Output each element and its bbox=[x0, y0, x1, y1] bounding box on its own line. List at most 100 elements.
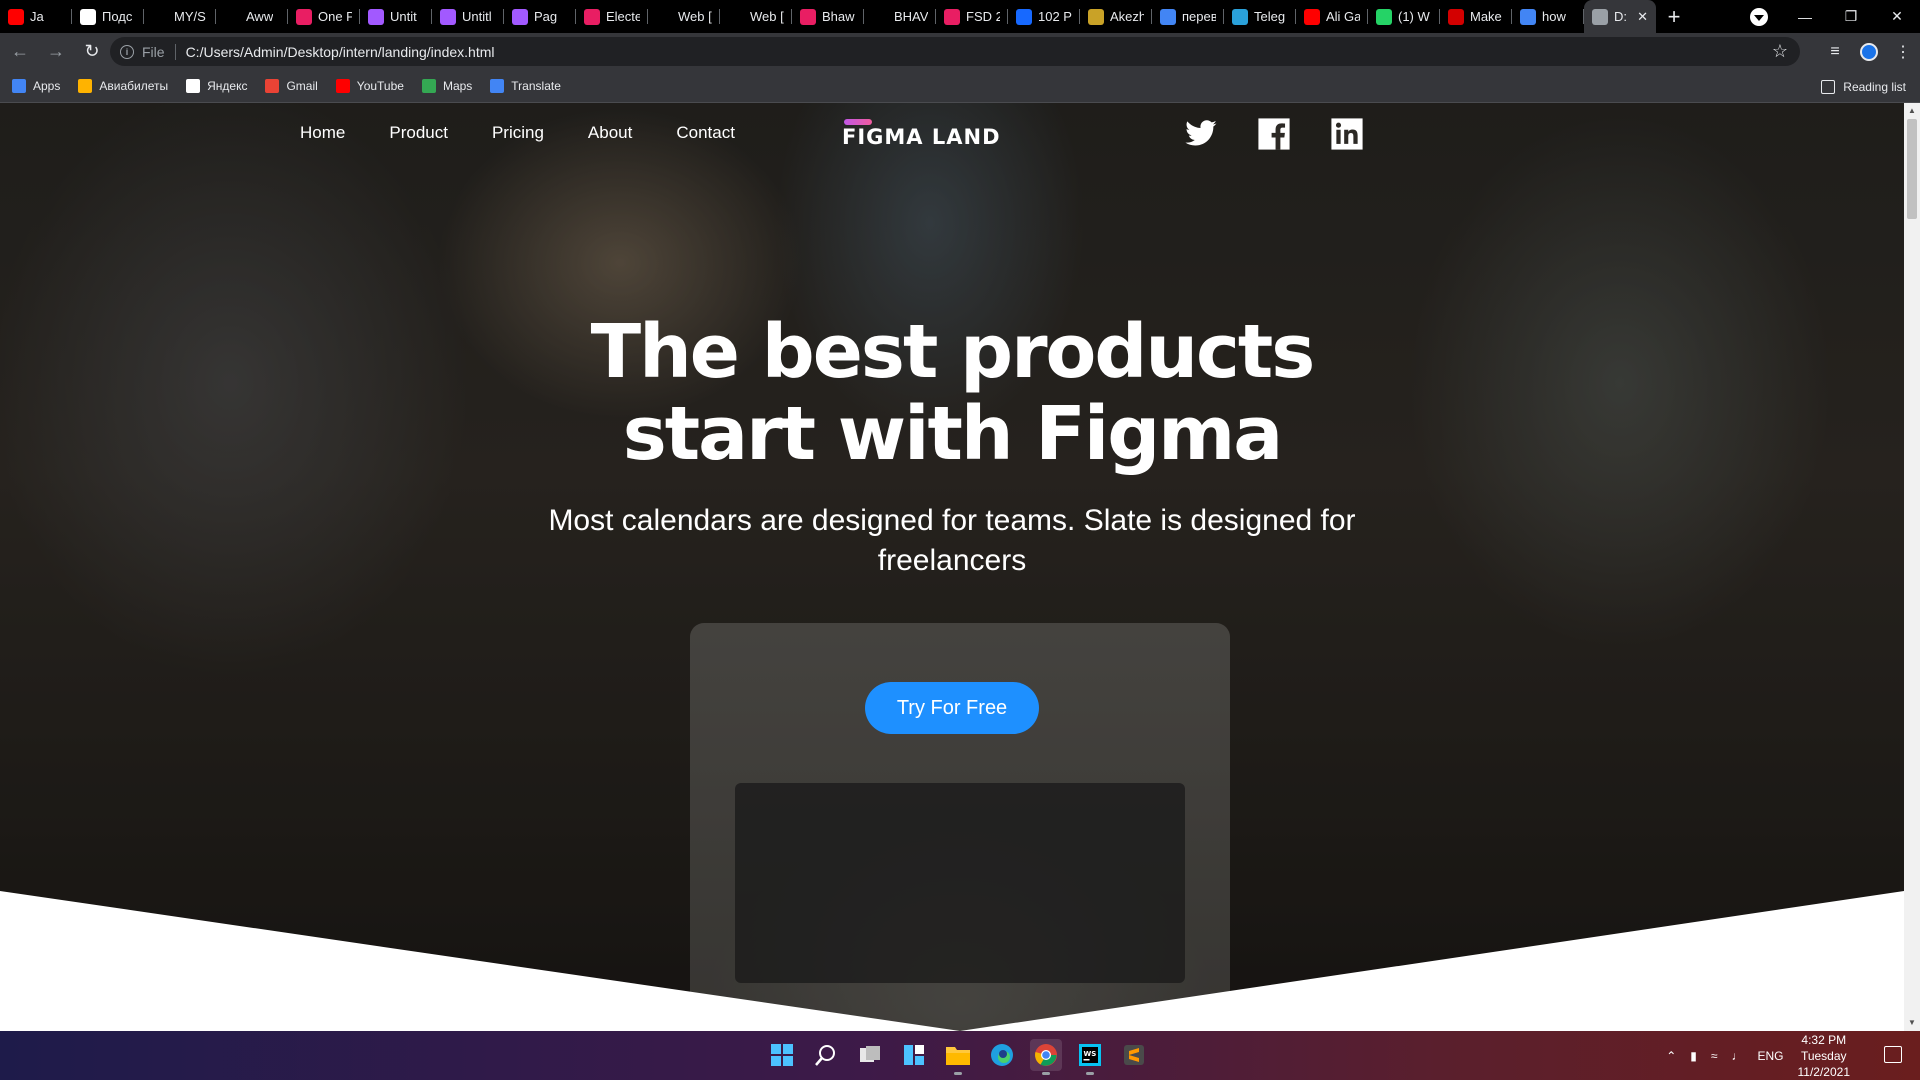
info-icon[interactable]: i bbox=[120, 44, 134, 59]
back-icon[interactable]: ← bbox=[4, 36, 36, 68]
tab-favicon-icon bbox=[152, 8, 168, 25]
notification-icon[interactable] bbox=[1884, 1046, 1902, 1063]
browser-tab[interactable]: Aww bbox=[216, 0, 288, 33]
close-window-icon[interactable]: ✕ bbox=[1874, 8, 1920, 25]
tab-title: BHAV bbox=[894, 9, 928, 24]
start-icon[interactable] bbox=[766, 1039, 798, 1071]
browser-tab[interactable]: BHAV bbox=[864, 0, 936, 33]
page-viewport: Home Product Pricing About Contact FIGMA LAN… bbox=[0, 103, 1904, 1031]
hero-section: Home Product Pricing About Contact FIGMA LAN… bbox=[0, 103, 1904, 1031]
page-scrollbar[interactable]: ▲ ▼ bbox=[1904, 103, 1920, 1031]
browser-tab[interactable]: One P bbox=[288, 0, 360, 33]
site-logo[interactable]: FIGMA LAND bbox=[842, 119, 1017, 155]
edge-icon[interactable] bbox=[986, 1039, 1018, 1071]
toolbar-actions: ≡ ⋮ bbox=[1818, 33, 1920, 70]
bookmark-item[interactable]: Яндекс bbox=[186, 79, 247, 93]
tab-title: Make bbox=[1470, 9, 1502, 24]
nav-link-contact[interactable]: Contact bbox=[676, 123, 735, 143]
browser-tab[interactable]: Untit bbox=[360, 0, 432, 33]
search-icon[interactable] bbox=[810, 1039, 842, 1071]
browser-tab[interactable]: D: ✕ bbox=[1584, 0, 1656, 33]
minimize-icon[interactable]: — bbox=[1782, 9, 1828, 25]
browser-tab[interactable]: Electe bbox=[576, 0, 648, 33]
tab-list: Ja Подс MY/S Aww One P Untit Untitl Pag Electe We… bbox=[0, 0, 1656, 33]
twitter-icon[interactable] bbox=[1184, 117, 1218, 151]
reload-icon[interactable]: ↻ bbox=[76, 36, 108, 68]
browser-tab[interactable]: Web [ bbox=[648, 0, 720, 33]
bookmark-item[interactable]: Maps bbox=[421, 79, 472, 93]
facebook-icon[interactable] bbox=[1257, 117, 1291, 151]
bookmark-star-icon[interactable]: ☆ bbox=[1772, 41, 1788, 62]
tab-search-icon[interactable] bbox=[1750, 8, 1768, 26]
forward-icon[interactable]: → bbox=[40, 36, 72, 68]
tab-title: Подс bbox=[102, 9, 133, 24]
tab-favicon-icon bbox=[584, 8, 600, 25]
browser-tab[interactable]: Bhaw bbox=[792, 0, 864, 33]
nav-link-about[interactable]: About bbox=[588, 123, 632, 143]
browser-tab[interactable]: перев bbox=[1152, 0, 1224, 33]
nav-link-product[interactable]: Product bbox=[389, 123, 448, 143]
language-indicator[interactable]: ENG bbox=[1757, 1049, 1783, 1063]
reading-queue-icon[interactable]: ≡ bbox=[1818, 43, 1852, 61]
hero-title: The best products start with Figma bbox=[0, 311, 1904, 475]
close-tab-icon[interactable]: ✕ bbox=[1637, 9, 1648, 25]
bookmark-item[interactable]: Авиабилеты bbox=[78, 79, 168, 93]
try-for-free-button[interactable]: Try For Free bbox=[865, 682, 1039, 734]
linkedin-icon[interactable] bbox=[1330, 117, 1364, 151]
browser-tab[interactable]: MY/S bbox=[144, 0, 216, 33]
restore-icon[interactable]: ❐ bbox=[1828, 8, 1874, 25]
browser-tab[interactable]: Untitl bbox=[432, 0, 504, 33]
clock-time: 4:32 PM bbox=[1801, 1032, 1847, 1047]
task-view-icon[interactable] bbox=[854, 1039, 886, 1071]
browser-tab[interactable]: (1) W bbox=[1368, 0, 1440, 33]
reading-list[interactable]: Reading list bbox=[1821, 70, 1906, 103]
browser-tab[interactable]: Подс bbox=[72, 0, 144, 33]
bookmark-item[interactable]: Apps bbox=[12, 79, 60, 93]
bookmark-favicon-icon bbox=[265, 79, 280, 93]
scroll-up-icon[interactable]: ▲ bbox=[1904, 103, 1920, 119]
browser-tab[interactable]: Pag bbox=[504, 0, 576, 33]
wifi-icon[interactable]: ≈ bbox=[1711, 1049, 1718, 1063]
browser-tab[interactable]: Web [ bbox=[720, 0, 792, 33]
scroll-down-icon[interactable]: ▼ bbox=[1904, 1015, 1920, 1031]
sublime-icon[interactable] bbox=[1118, 1039, 1150, 1071]
bookmark-label: Gmail bbox=[286, 79, 318, 93]
volume-icon[interactable]: ♩ bbox=[1731, 1049, 1743, 1063]
scroll-thumb[interactable] bbox=[1907, 119, 1917, 219]
widgets-icon[interactable] bbox=[898, 1039, 930, 1071]
tab-favicon-icon bbox=[1520, 8, 1536, 25]
browser-tab[interactable]: Akezh bbox=[1080, 0, 1152, 33]
nav-link-pricing[interactable]: Pricing bbox=[492, 123, 544, 143]
browser-tab[interactable]: Ali Ga bbox=[1296, 0, 1368, 33]
bookmark-favicon-icon bbox=[78, 79, 93, 93]
webstorm-icon[interactable]: WS bbox=[1074, 1039, 1106, 1075]
bookmark-item[interactable]: Gmail bbox=[265, 79, 318, 93]
address-bar[interactable]: i File C:/Users/Admin/Desktop/intern/lan… bbox=[110, 37, 1800, 66]
bookmark-favicon-icon bbox=[12, 79, 26, 93]
profile-avatar[interactable] bbox=[1860, 42, 1878, 61]
battery-icon[interactable]: ▮ bbox=[1690, 1049, 1697, 1063]
tab-strip: Ja Подс MY/S Aww One P Untit Untitl Pag Electe We… bbox=[0, 0, 1920, 33]
bookmark-item[interactable]: YouTube bbox=[335, 79, 404, 93]
browser-tab[interactable]: FSD 2 bbox=[936, 0, 1008, 33]
bookmark-label: Translate bbox=[511, 79, 561, 93]
menu-icon[interactable]: ⋮ bbox=[1886, 42, 1920, 62]
browser-tab[interactable]: 102 P bbox=[1008, 0, 1080, 33]
browser-tab[interactable]: Ja bbox=[0, 0, 72, 33]
tab-title: FSD 2 bbox=[966, 9, 1000, 24]
taskbar-clock[interactable]: 4:32 PM Tuesday 11/2/2021 bbox=[1798, 1032, 1851, 1080]
new-tab-button[interactable]: + bbox=[1656, 4, 1692, 30]
nav-link-home[interactable]: Home bbox=[300, 123, 345, 143]
address-url[interactable]: C:/Users/Admin/Desktop/intern/landing/in… bbox=[186, 44, 495, 60]
browser-tab[interactable]: Make bbox=[1440, 0, 1512, 33]
logo-accent-bar bbox=[844, 119, 872, 125]
browser-tab[interactable]: how bbox=[1512, 0, 1584, 33]
hero-subtitle: Most calendars are designed for teams. S… bbox=[548, 504, 1356, 577]
file-explorer-icon[interactable] bbox=[942, 1039, 974, 1075]
chrome-icon[interactable] bbox=[1030, 1039, 1062, 1075]
bookmark-label: YouTube bbox=[356, 79, 404, 93]
browser-tab[interactable]: Teleg bbox=[1224, 0, 1296, 33]
tray-chevron-icon[interactable]: ⌃ bbox=[1666, 1049, 1676, 1063]
bookmark-item[interactable]: Translate bbox=[490, 79, 561, 93]
windows-taskbar: WS ⌃ ▮ ≈ ♩ ENG 4:32 PM Tuesday 11/2/2021 bbox=[0, 1031, 1920, 1080]
